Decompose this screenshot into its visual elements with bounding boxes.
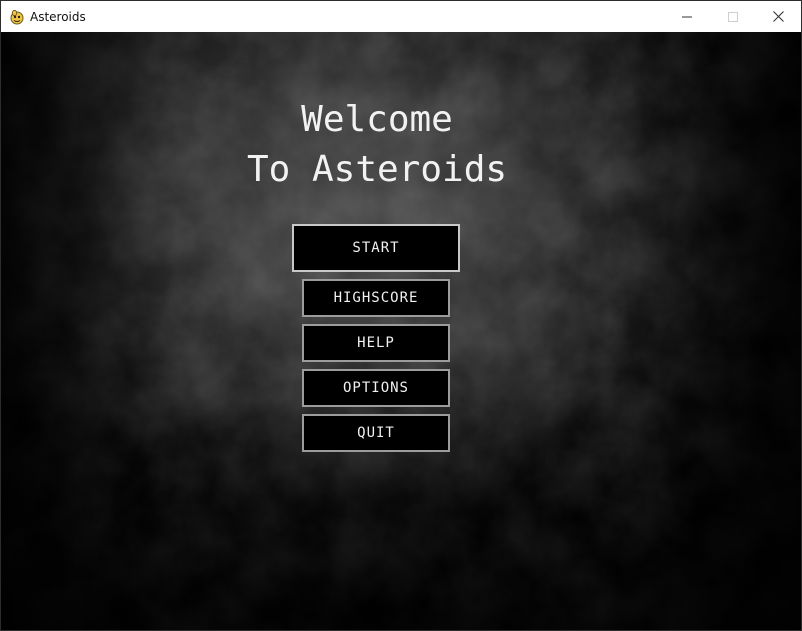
highscore-button[interactable]: HIGHSCORE	[302, 279, 450, 317]
quit-button[interactable]: QUIT	[302, 414, 450, 452]
game-canvas[interactable]: Welcome To Asteroids START HIGHSCORE HEL…	[1, 32, 801, 630]
pygame-snake-icon	[9, 9, 25, 25]
maximize-icon	[728, 11, 738, 22]
game-window: Asteroids Welcome To Asteroids START HIG…	[0, 0, 802, 631]
maximize-button[interactable]	[710, 1, 756, 32]
minimize-icon	[682, 16, 692, 17]
start-button[interactable]: START	[292, 224, 460, 272]
window-title: Asteroids	[30, 10, 86, 24]
welcome-heading-line2: To Asteroids	[246, 149, 508, 190]
options-button[interactable]: OPTIONS	[302, 369, 450, 407]
close-button[interactable]	[755, 1, 801, 32]
help-button[interactable]: HELP	[302, 324, 450, 362]
minimize-button[interactable]	[664, 1, 710, 32]
close-icon	[772, 11, 784, 22]
title-bar[interactable]: Asteroids	[1, 1, 801, 32]
welcome-heading-line1: Welcome	[301, 99, 453, 140]
